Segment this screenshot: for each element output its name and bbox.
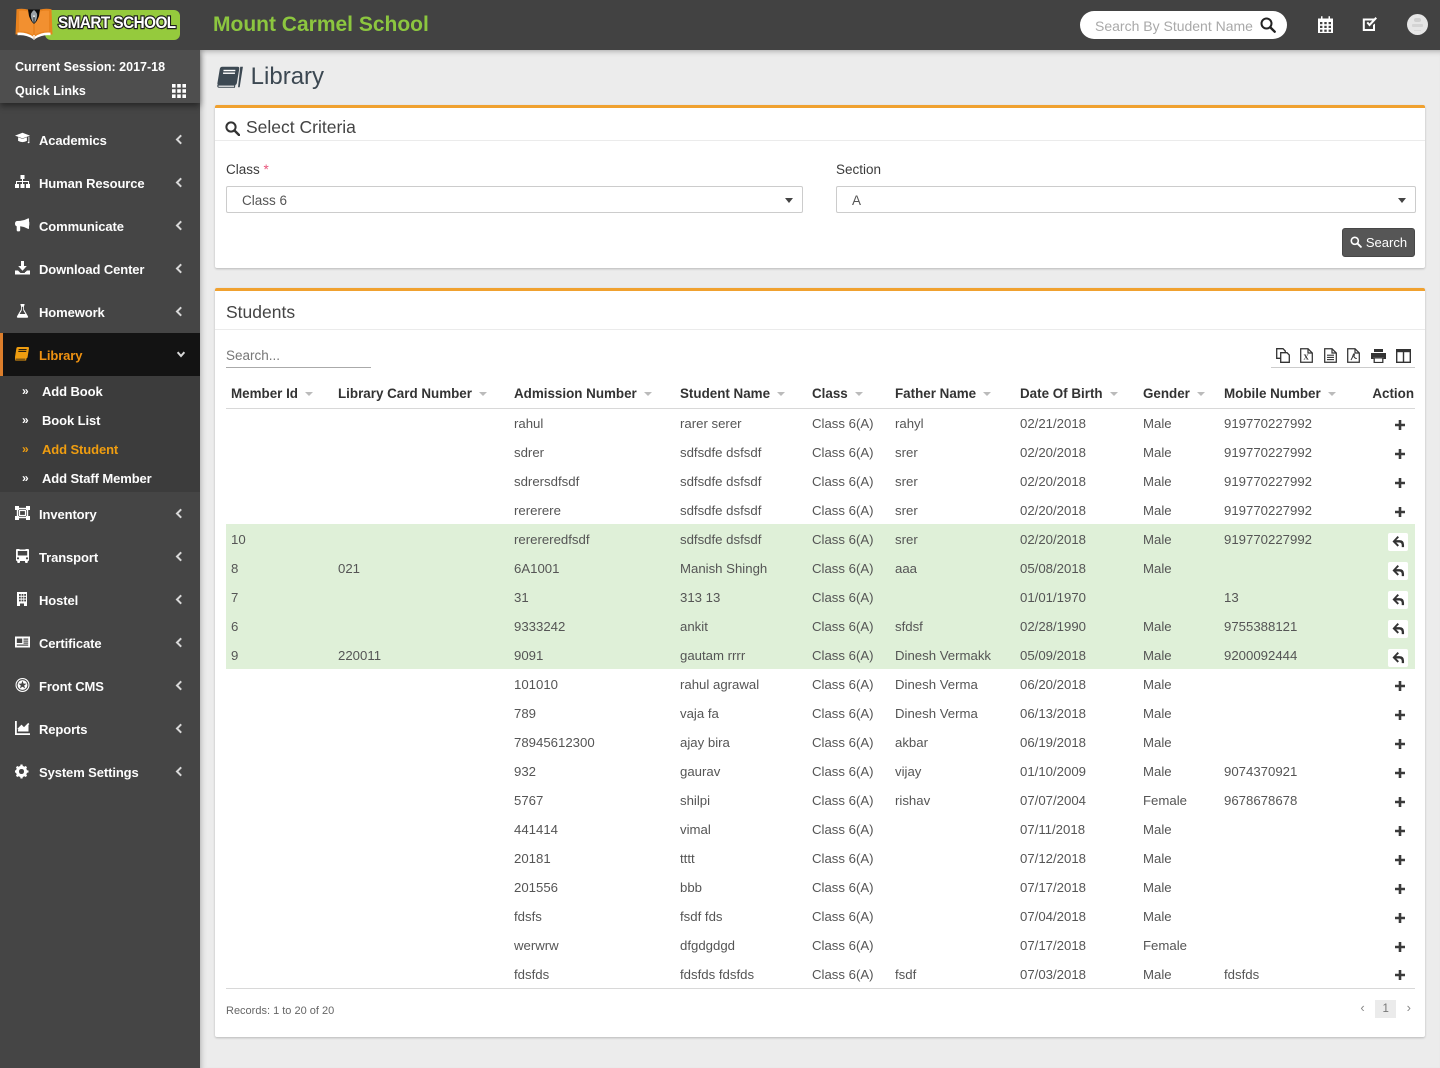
svg-text:X: X xyxy=(1303,353,1309,362)
